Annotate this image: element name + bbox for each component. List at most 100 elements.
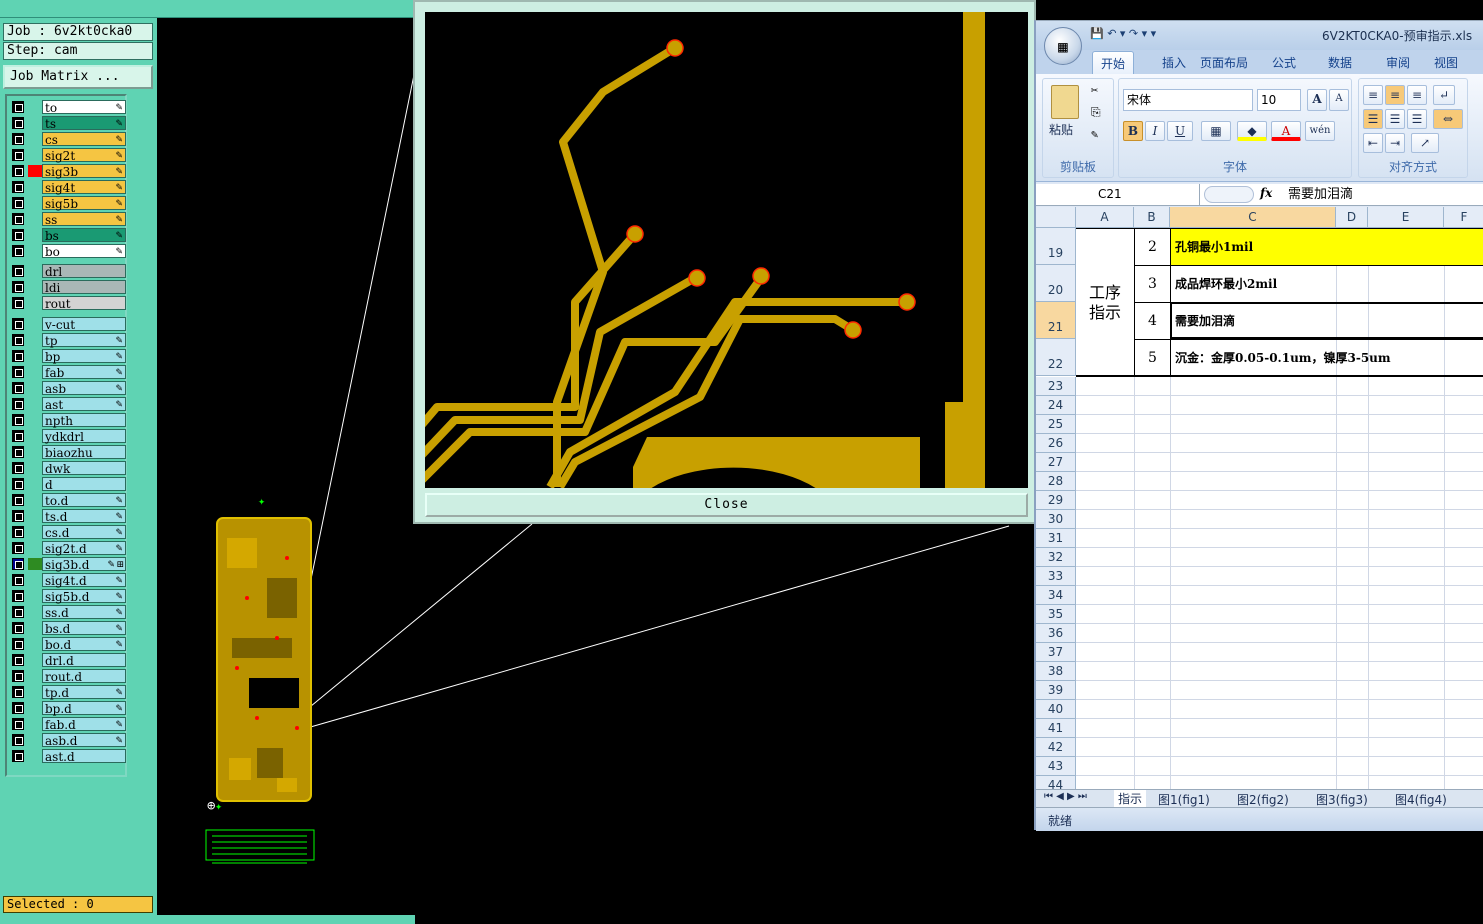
shrink-font-button[interactable]: A	[1329, 89, 1349, 111]
row-header[interactable]: 32	[1036, 548, 1076, 567]
layer-name[interactable]: cs.d ✎	[42, 525, 126, 540]
layer-name[interactable]: drl.d	[42, 653, 126, 668]
layer-row[interactable]: asb ✎	[9, 381, 127, 396]
layer-name[interactable]: bs ✎	[42, 228, 126, 243]
font-name-select[interactable]: 宋体	[1123, 89, 1253, 111]
layer-checkbox[interactable]	[12, 510, 24, 522]
paste-icon[interactable]	[1051, 85, 1079, 119]
align-bottom-icon[interactable]: ≡	[1407, 85, 1427, 105]
paste-label[interactable]: 粘贴	[1049, 121, 1073, 138]
layer-row[interactable]: ss ✎	[9, 212, 127, 227]
row-header[interactable]: 22	[1036, 339, 1076, 376]
column-header[interactable]: F	[1444, 207, 1483, 227]
layer-checkbox[interactable]	[12, 197, 24, 209]
column-header[interactable]: E	[1368, 207, 1444, 227]
layer-name[interactable]: fab.d ✎	[42, 717, 126, 732]
wrap-text-icon[interactable]: ↵	[1433, 85, 1455, 105]
row-header[interactable]: 20	[1036, 265, 1076, 302]
layer-row[interactable]: tp.d ✎	[9, 685, 127, 700]
layer-name[interactable]: tp.d ✎	[42, 685, 126, 700]
column-header[interactable]: D	[1336, 207, 1368, 227]
column-header[interactable]: A	[1076, 207, 1134, 227]
quick-access-toolbar[interactable]: 💾 ↶ ▾ ↷ ▾ ▾	[1090, 27, 1156, 40]
layer-name[interactable]: v-cut	[42, 317, 126, 332]
layer-checkbox[interactable]	[12, 542, 24, 554]
row-header[interactable]: 19	[1036, 228, 1076, 265]
layer-name[interactable]: sig4t.d ✎	[42, 573, 126, 588]
borders-icon[interactable]: ▦	[1201, 121, 1231, 141]
layer-row[interactable]: cs.d ✎	[9, 525, 127, 540]
row-header[interactable]: 34	[1036, 586, 1076, 605]
align-right-icon[interactable]: ☰	[1407, 109, 1427, 129]
job-matrix-button[interactable]: Job Matrix ...	[3, 65, 153, 89]
layer-row[interactable]: ldi	[9, 280, 127, 295]
layer-row[interactable]: sig4t ✎	[9, 180, 127, 195]
column-header[interactable]: B	[1134, 207, 1170, 227]
step-number[interactable]: 3	[1134, 265, 1170, 302]
layer-row[interactable]: bp ✎	[9, 349, 127, 364]
row-header[interactable]: 29	[1036, 491, 1076, 510]
layer-name[interactable]: tp ✎	[42, 333, 126, 348]
layer-row[interactable]: ydkdrl	[9, 429, 127, 444]
layer-name[interactable]: sig3b.d ✎ ⊞	[42, 557, 126, 572]
layer-row[interactable]: sig4t.d ✎	[9, 573, 127, 588]
row-header[interactable]: 30	[1036, 510, 1076, 529]
layer-row[interactable]: cs ✎	[9, 132, 127, 147]
layer-checkbox[interactable]	[12, 281, 24, 293]
layer-row[interactable]: d	[9, 477, 127, 492]
layer-checkbox[interactable]	[12, 670, 24, 682]
layer-checkbox[interactable]	[12, 750, 24, 762]
row-header[interactable]: 39	[1036, 681, 1076, 700]
layer-checkbox[interactable]	[12, 165, 24, 177]
step-number[interactable]: 5	[1134, 339, 1170, 376]
merge-center-icon[interactable]: ⇔	[1433, 109, 1463, 129]
row-header[interactable]: 38	[1036, 662, 1076, 681]
align-top-icon[interactable]: ≡	[1363, 85, 1383, 105]
layer-name[interactable]: rout.d	[42, 669, 126, 684]
layer-row[interactable]: fab.d ✎	[9, 717, 127, 732]
row-header[interactable]: 25	[1036, 415, 1076, 434]
layer-checkbox[interactable]	[12, 718, 24, 730]
row-header[interactable]: 41	[1036, 719, 1076, 738]
layer-name[interactable]: to ✎	[42, 100, 126, 115]
layer-row[interactable]: npth	[9, 413, 127, 428]
layer-row[interactable]: sig2t ✎	[9, 148, 127, 163]
layer-checkbox[interactable]	[12, 350, 24, 362]
column-header[interactable]: C	[1170, 207, 1336, 227]
row-header[interactable]: 40	[1036, 700, 1076, 719]
row-header[interactable]: 24	[1036, 396, 1076, 415]
layer-row[interactable]: asb.d ✎	[9, 733, 127, 748]
layer-checkbox[interactable]	[12, 133, 24, 145]
align-middle-icon[interactable]: ≡	[1385, 85, 1405, 105]
layer-checkbox[interactable]	[12, 181, 24, 193]
cut-icon[interactable]: ✂	[1091, 83, 1098, 97]
formula-bar-toggle[interactable]	[1204, 186, 1254, 203]
instruction-cell[interactable]: 沉金：金厚0.05-0.1um，镍厚3-5um	[1170, 339, 1483, 376]
layer-row[interactable]: ts.d ✎	[9, 509, 127, 524]
zoom-canvas[interactable]	[425, 12, 1028, 488]
row-header[interactable]: 43	[1036, 757, 1076, 776]
layer-checkbox[interactable]	[12, 366, 24, 378]
layer-row[interactable]: bp.d ✎	[9, 701, 127, 716]
layer-checkbox[interactable]	[12, 149, 24, 161]
row-header[interactable]: 21	[1036, 302, 1076, 339]
layer-name[interactable]: npth	[42, 413, 126, 428]
layer-checkbox[interactable]	[12, 334, 24, 346]
ribbon-tab[interactable]: 插入	[1162, 54, 1186, 71]
layer-checkbox[interactable]	[12, 117, 24, 129]
italic-button[interactable]: I	[1145, 121, 1165, 141]
row-header[interactable]: 42	[1036, 738, 1076, 757]
row-header[interactable]: 37	[1036, 643, 1076, 662]
layer-checkbox[interactable]	[12, 265, 24, 277]
formula-input[interactable]: 需要加泪滴	[1288, 184, 1353, 205]
layer-name[interactable]: sig5b ✎	[42, 196, 126, 211]
layer-checkbox[interactable]	[12, 526, 24, 538]
layer-name[interactable]: ss ✎	[42, 212, 126, 227]
sheet-tab[interactable]: 图4(fig4)	[1395, 791, 1447, 808]
layer-checkbox[interactable]	[12, 229, 24, 241]
layer-row[interactable]: drl	[9, 264, 127, 279]
layer-name[interactable]: bo ✎	[42, 244, 126, 259]
layer-row[interactable]: sig5b ✎	[9, 196, 127, 211]
layer-name[interactable]: d	[42, 477, 126, 492]
layer-name[interactable]: drl	[42, 264, 126, 279]
